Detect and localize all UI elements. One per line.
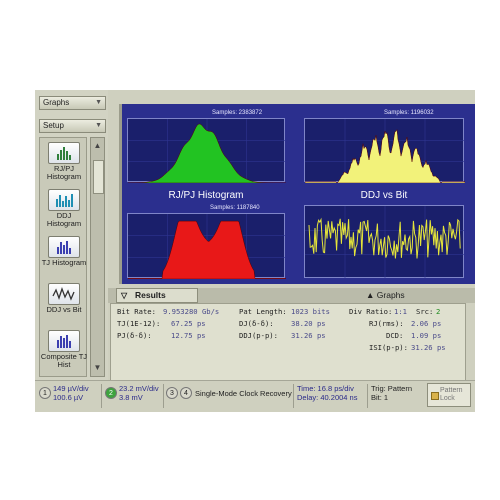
pat-length-value: 1023 bits [291, 307, 330, 316]
ddj-trace [308, 217, 461, 259]
histogram-plot-top-left[interactable] [127, 118, 286, 183]
graph-nav-list: RJ/PJ Histogram DDJ Histogram TJ Histogr… [39, 137, 87, 377]
channel-1-button[interactable]: 1 [39, 387, 51, 399]
rj-pj-histogram-icon [48, 142, 80, 164]
collapse-triangle-icon: ▽ [121, 291, 128, 300]
nav-item-label: DDJ vs Bit [46, 305, 82, 314]
pattern-lock-button[interactable]: Pattern Lock [427, 383, 471, 407]
view-dropdown[interactable]: Graphs ▼ [39, 96, 106, 110]
expand-triangle-icon: ▲ [366, 290, 377, 300]
clock-recovery-mode[interactable]: Single-Mode Clock Recovery [195, 390, 292, 398]
plot-canvas [305, 206, 465, 279]
bit-rate-label: Bit Rate: [117, 307, 156, 316]
nav-item-rj-pj-histogram[interactable]: RJ/PJ Histogram [40, 142, 88, 181]
src-label: Src: [416, 307, 434, 316]
trigger-source[interactable]: Trig: Pattern [371, 385, 412, 393]
pj-value: 12.75 ps [171, 331, 206, 340]
nav-item-label: DDJ Histogram [46, 211, 82, 228]
dj-label: DJ(δ-δ): [239, 319, 274, 328]
graphs-button[interactable]: ▲ Graphs [366, 288, 405, 302]
rj-label: RJ(rms): [369, 319, 404, 328]
ddj-value: 31.26 ps [291, 331, 326, 340]
pj-label: PJ(δ-δ): [117, 331, 152, 340]
nav-item-label: RJ/PJ Histogram [46, 164, 82, 181]
rj-pj-histogram-plot[interactable] [127, 213, 286, 279]
channel-1-scale: 149 µV/div [53, 384, 89, 393]
div-ratio-value: 1:1 [394, 307, 407, 316]
pattern-lock-label-1: Pattern [440, 387, 463, 394]
nav-item-label: Composite TJ Hist [40, 352, 88, 369]
dcd-label: DCD: [386, 331, 404, 340]
divider [101, 384, 102, 408]
samples-count: Samples: 1187840 [210, 205, 260, 211]
results-tab[interactable]: ▽ Results [116, 288, 198, 303]
status-bar: 1 149 µV/div 100.6 µV 2 23.2 mV/div 3.8 … [35, 380, 475, 412]
rj-value: 2.06 ps [411, 319, 442, 328]
ddj-vs-bit-plot[interactable] [304, 205, 465, 279]
nav-item-ddj-vs-bit[interactable]: DDJ vs Bit [40, 283, 88, 314]
plot-canvas [128, 214, 286, 279]
left-panel: Graphs ▼ Setup ▼ RJ/PJ Histogram DDJ His… [35, 90, 108, 380]
nav-item-composite-tj-hist[interactable]: Composite TJ Hist [40, 330, 88, 369]
plot-title: DDJ vs Bit [360, 190, 408, 201]
pat-length-label: Pat Length: [239, 307, 287, 316]
plot-title: RJ/PJ Histogram [168, 190, 244, 201]
div-ratio-label: Div Ratio: [349, 307, 393, 316]
ddj-vs-bit-icon [48, 283, 80, 305]
samples-count: Samples: 2383872 [212, 110, 263, 116]
samples-count: Samples: 1196032 [384, 110, 434, 116]
channel-2-button[interactable]: 2 [105, 387, 117, 399]
scroll-thumb[interactable] [93, 160, 104, 194]
view-dropdown-label: Graphs [43, 98, 70, 107]
histogram-curve [305, 128, 465, 183]
dcd-value: 1.09 ps [411, 331, 442, 340]
ddj-histogram-icon [48, 189, 80, 211]
dj-value: 38.20 ps [291, 319, 326, 328]
nav-item-ddj-histogram[interactable]: DDJ Histogram [40, 189, 88, 228]
nav-item-label: TJ Histogram [41, 258, 87, 267]
pattern-lock-label-2: Lock [440, 395, 455, 402]
channel-2-scale: 23.2 mV/div [119, 384, 159, 393]
channel-1-offset: 100.6 µV [53, 393, 84, 402]
chevron-down-icon: ▼ [95, 99, 102, 106]
graphs-button-label: Graphs [376, 290, 405, 300]
plot-canvas [128, 119, 286, 183]
channel-3-button[interactable]: 3 [166, 387, 178, 399]
setup-dropdown-label: Setup [43, 121, 64, 130]
tj-label: TJ(1E-12): [117, 319, 161, 328]
divider [293, 384, 294, 408]
bit-rate-value: 9.953280 Gb/s [163, 307, 220, 316]
nav-scrollbar[interactable]: ▲ ▼ [90, 137, 105, 377]
tj-value: 67.25 ps [171, 319, 206, 328]
plot-canvas [305, 119, 465, 183]
lock-icon [431, 392, 439, 400]
src-value: 2 [436, 307, 441, 316]
results-tab-label: Results [135, 290, 166, 300]
timebase-scale[interactable]: Time: 16.8 ps/div [297, 385, 354, 393]
jitter-analysis-window: Graphs ▼ Setup ▼ RJ/PJ Histogram DDJ His… [35, 90, 475, 412]
composite-tj-histogram-icon [48, 330, 80, 352]
results-table: Bit Rate: 9.953280 Gb/s Pat Length: 1023… [110, 303, 466, 381]
scroll-down-icon[interactable]: ▼ [92, 362, 103, 374]
isi-label: ISI(p-p): [369, 343, 408, 352]
histogram-curve [128, 123, 286, 183]
results-tab-bar: ▽ Results ▲ Graphs [108, 288, 475, 303]
scroll-up-icon[interactable]: ▲ [92, 140, 103, 152]
nav-item-tj-histogram[interactable]: TJ Histogram [40, 236, 88, 267]
tj-histogram-icon [48, 236, 80, 258]
setup-dropdown[interactable]: Setup ▼ [39, 119, 106, 133]
ddj-label: DDJ(p-p): [239, 331, 278, 340]
graph-display-area: Samples: 2383872 Samples: 1196032 RJ/PJ … [119, 104, 475, 284]
divider [163, 384, 164, 408]
trigger-bit[interactable]: Bit: 1 [371, 394, 388, 402]
channel-2-offset: 3.8 mV [119, 393, 143, 402]
chevron-down-icon: ▼ [95, 122, 102, 129]
channel-4-button[interactable]: 4 [180, 387, 192, 399]
histogram-plot-top-right[interactable] [304, 118, 465, 183]
isi-value: 31.26 ps [411, 343, 446, 352]
divider [367, 384, 368, 408]
timebase-delay[interactable]: Delay: 40.2004 ns [297, 394, 357, 402]
